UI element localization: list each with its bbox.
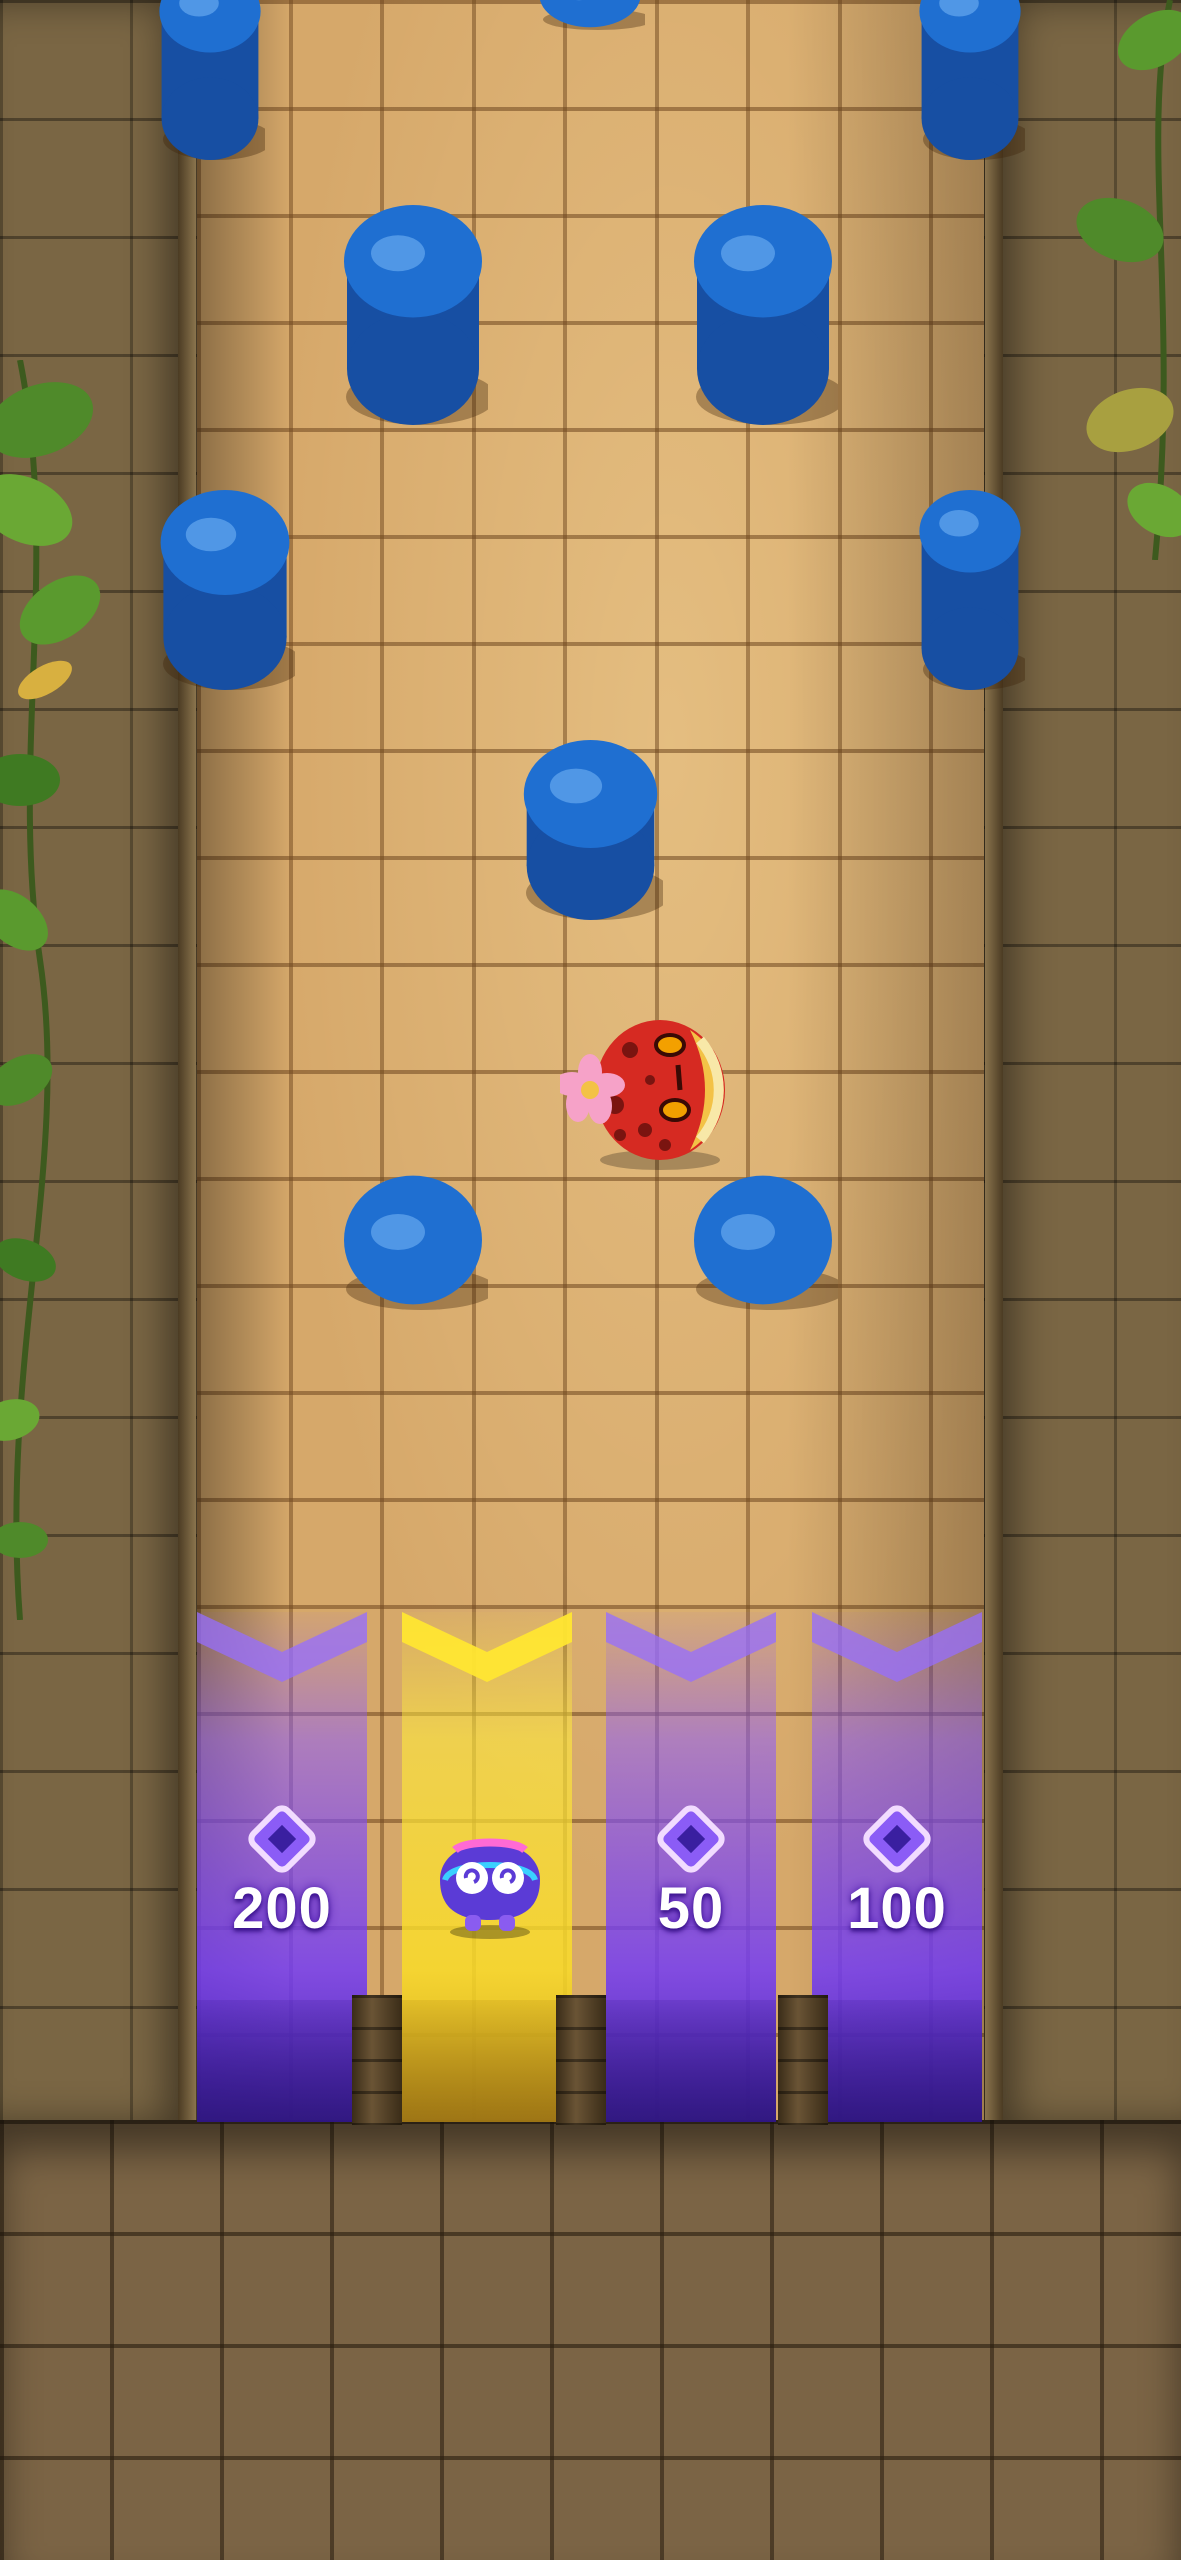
bucket-floor [402,2000,572,2122]
peg-4 [344,205,488,425]
peg-2 [540,0,645,30]
bucket-divider [556,1995,606,2125]
bucket-value: 200 [232,1876,332,1941]
gem-icon [657,1805,725,1873]
left-wall-edge [178,0,196,2125]
chevron-down-icon [606,1612,776,1682]
peg-3 [919,0,1025,160]
right-vine-icon [1076,0,1181,560]
left-vine-icon [0,360,101,1620]
chevron-down-icon [812,1612,982,1682]
bucket-value: 50 [657,1876,725,1941]
right-wall-edge [985,0,1003,2125]
bucket-floor [812,2000,982,2122]
peg-7 [919,490,1025,690]
bucket-divider [352,1995,402,2125]
bucket-divider [778,1995,828,2125]
gem-icon [863,1805,931,1873]
chevron-down-icon [402,1612,572,1682]
bucket-floor [606,2000,776,2122]
bucket-value: 100 [847,1876,947,1941]
peg-1 [159,0,265,160]
peg-10 [694,1175,838,1310]
peg-5 [694,205,838,425]
player-avatar-icon [440,1838,540,1939]
ball-creature-icon [560,1020,725,1170]
bucket-floor [197,2000,367,2122]
bottom-stone-floor [0,2120,1181,2560]
peg-8 [523,740,663,920]
chevron-down-icon [197,1612,367,1682]
peg-9 [344,1175,488,1310]
game-scene: 200 50 100 [0,0,1181,2560]
gem-icon [248,1805,316,1873]
peg-6 [160,490,295,690]
